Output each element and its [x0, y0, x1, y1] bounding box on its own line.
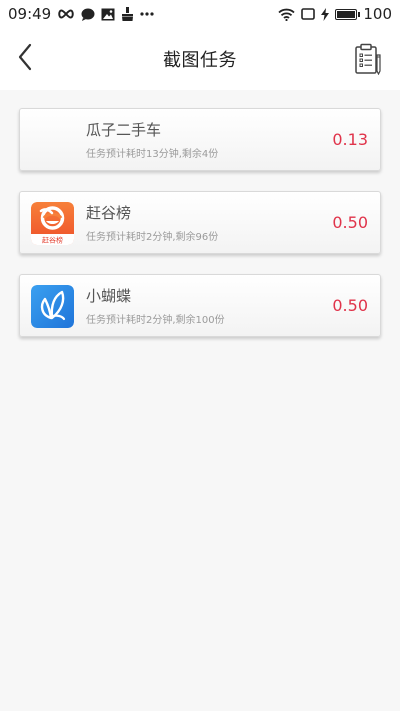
- charging-icon: [321, 7, 330, 21]
- battery-icon: [335, 8, 361, 20]
- status-bar: 09:49 100: [0, 0, 400, 28]
- task-description: 任务预计耗时2分钟,剩余96份: [86, 232, 219, 243]
- more-icon: [140, 12, 154, 16]
- back-button[interactable]: [8, 40, 42, 78]
- header: 截图任务: [0, 28, 400, 90]
- screen-icon: [301, 8, 316, 20]
- clipboard-button[interactable]: [354, 43, 382, 76]
- clipboard-icon: [354, 43, 382, 79]
- task-card-xiaohudie[interactable]: 小蝴蝶 任务预计耗时2分钟,剩余100份 0.50: [19, 274, 381, 337]
- task-description: 任务预计耗时2分钟,剩余100份: [86, 315, 225, 326]
- wifi-icon: [278, 8, 295, 21]
- brush-icon: [121, 7, 134, 21]
- status-time: 09:49: [8, 5, 52, 23]
- image-icon: [101, 8, 115, 21]
- task-reward: 0.13: [332, 130, 368, 149]
- task-card-ganguban[interactable]: 赶谷榜 赶谷榜 任务预计耗时2分钟,剩余96份 0.50: [19, 191, 381, 254]
- page-title: 截图任务: [163, 50, 237, 71]
- task-name: 瓜子二手车: [86, 121, 162, 139]
- blank-app-icon: [31, 119, 74, 162]
- butterfly-app-icon: [31, 285, 74, 328]
- task-name: 小蝴蝶: [86, 287, 132, 305]
- task-name: 赶谷榜: [86, 204, 132, 222]
- status-right: 100: [278, 5, 392, 23]
- chevron-left-icon: [17, 43, 33, 75]
- battery-level: 100: [363, 5, 392, 23]
- icon-caption: 赶谷榜: [42, 236, 63, 245]
- task-description: 任务预计耗时13分钟,剩余4份: [86, 149, 219, 160]
- ganguban-app-icon: 赶谷榜: [31, 202, 74, 245]
- task-card-guazi[interactable]: 瓜子二手车 任务预计耗时13分钟,剩余4份 0.13: [19, 108, 381, 171]
- message-icon: [81, 8, 95, 21]
- infinity-icon: [57, 9, 75, 19]
- battery-fill: [337, 10, 356, 18]
- task-reward: 0.50: [332, 213, 368, 232]
- task-reward: 0.50: [332, 296, 368, 315]
- status-left: 09:49: [8, 5, 154, 23]
